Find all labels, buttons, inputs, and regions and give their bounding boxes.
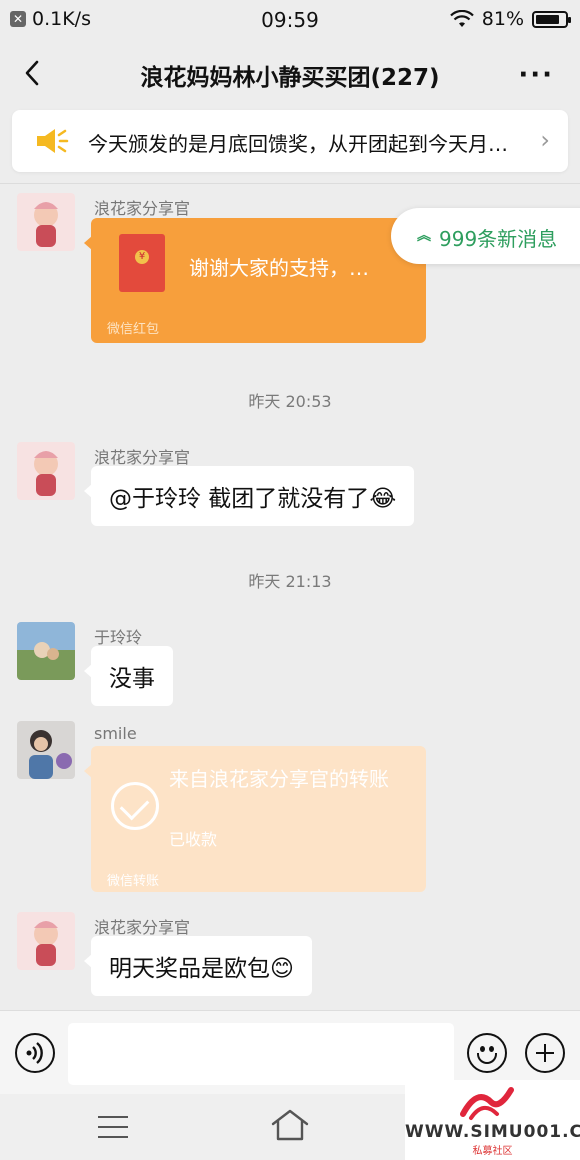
- timestamp: 昨天 21:13: [248, 572, 332, 591]
- more-dots-icon[interactable]: ···: [518, 60, 554, 90]
- avatar[interactable]: [17, 721, 75, 779]
- check-circle-icon: [111, 782, 159, 830]
- avatar-image: [17, 442, 75, 500]
- red-packet-text: 谢谢大家的支持，…: [189, 256, 369, 280]
- sender-name: 浪花家分享官: [94, 918, 191, 937]
- menu-icon[interactable]: [98, 1116, 128, 1138]
- avatar[interactable]: [17, 912, 75, 970]
- timestamp: 昨天 20:53: [248, 392, 332, 411]
- avatar-image: [17, 721, 75, 779]
- watermark: WWW.SIMU001.CN 私募社区: [405, 1080, 580, 1160]
- battery-level: [536, 14, 559, 24]
- watermark-text: WWW.SIMU001.CN: [405, 1122, 580, 1142]
- message-text: @于玲玲 截团了就没有了: [109, 486, 370, 512]
- red-packet-icon: [119, 234, 165, 292]
- message-input[interactable]: [68, 1023, 454, 1085]
- double-chevron-up-icon: ︽: [417, 228, 431, 244]
- group-announcement[interactable]: 今天颁发的是月底回馈奖，从开团起到今天月… ›: [12, 110, 568, 172]
- transfer-message[interactable]: 来自浪花家分享官的转账 已收款 微信转账: [84, 746, 426, 892]
- transfer-status: 已收款: [169, 830, 218, 849]
- watermark-subtext: 私募社区: [472, 1146, 513, 1157]
- voice-waves: [26, 1042, 43, 1064]
- sender-name: 于玲玲: [94, 628, 143, 647]
- voice-icon[interactable]: [15, 1033, 55, 1073]
- avatar[interactable]: [17, 622, 75, 680]
- battery-percent: 81%: [481, 8, 524, 30]
- sender-name: 浪花家分享官: [94, 199, 191, 218]
- new-messages-label: 999条新消息: [439, 227, 558, 251]
- avatar-image: [17, 912, 75, 970]
- wifi-icon: [449, 10, 474, 27]
- sender-name: 浪花家分享官: [94, 448, 191, 467]
- speaker-icon: [37, 129, 69, 153]
- transfer-title: 来自浪花家分享官的转账: [169, 767, 389, 791]
- chat-header: 浪花妈妈林小静买买团(227) ···: [0, 40, 580, 108]
- transfer-label: 微信转账: [107, 874, 160, 889]
- avatar-image: [17, 193, 75, 251]
- sender-name: smile: [94, 724, 137, 743]
- home-icon[interactable]: [270, 1108, 310, 1142]
- new-messages-button[interactable]: ︽ 999条新消息: [391, 208, 580, 264]
- avatar[interactable]: [17, 442, 75, 500]
- emoji-icon: 😂: [369, 486, 397, 512]
- announcement-text: 今天颁发的是月底回馈奖，从开团起到今天月…: [88, 132, 508, 156]
- avatar-image: [17, 622, 75, 680]
- watermark-logo: [460, 1087, 514, 1120]
- message-bubble[interactable]: 没事: [84, 646, 173, 706]
- status-right: 81%: [449, 8, 571, 30]
- back-icon[interactable]: [18, 58, 48, 88]
- message-bubble[interactable]: 明天奖品是欧包😊: [84, 936, 312, 996]
- emoji-icon[interactable]: [467, 1033, 507, 1073]
- message-bubble[interactable]: @于玲玲 截团了就没有了😂: [83, 466, 415, 526]
- avatar[interactable]: [17, 193, 75, 251]
- emoji-icon: 😊: [270, 956, 294, 982]
- divider: [0, 183, 580, 184]
- red-packet-label: 微信红包: [107, 322, 160, 337]
- chevron-right-icon: ›: [540, 126, 550, 154]
- status-bar: ✕ 0.1K/s 09:59 81%: [0, 0, 580, 40]
- battery-icon: [532, 10, 571, 28]
- message-text: 没事: [109, 666, 155, 692]
- chat-title: 浪花妈妈林小静买买团(227): [140, 65, 440, 91]
- message-text: 明天奖品是欧包: [109, 956, 270, 982]
- plus-icon[interactable]: [525, 1033, 565, 1073]
- red-packet-message[interactable]: 谢谢大家的支持，… 微信红包: [84, 218, 426, 343]
